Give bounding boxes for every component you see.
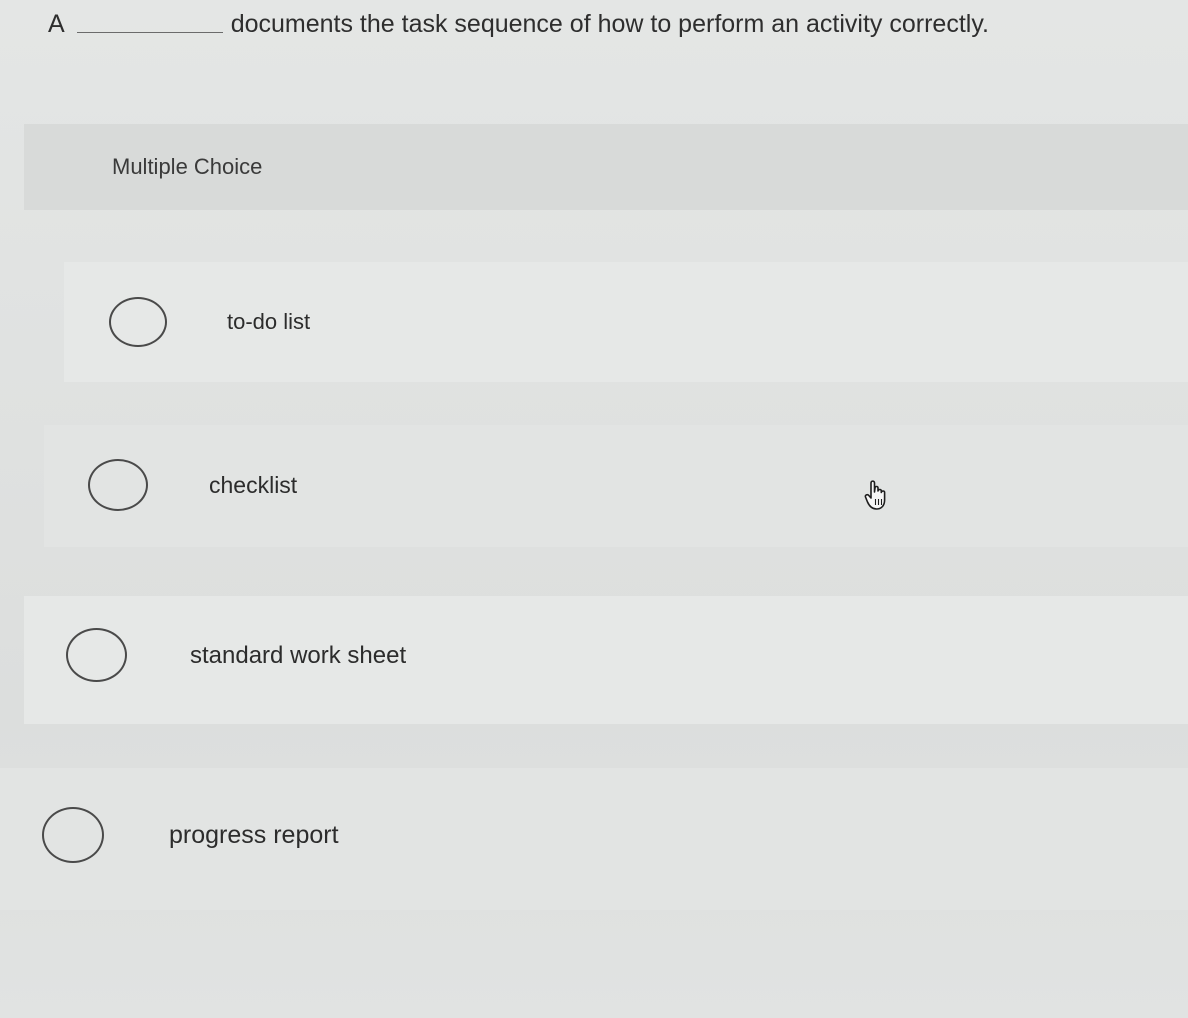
fill-in-blank [76,16,223,33]
question-text: documents the task sequence of how to pe… [230,9,989,38]
option-label-to-do-list[interactable]: to-do list [227,309,310,335]
multiple-choice-title: Multiple Choice [112,154,263,179]
question-prompt: A documents the task sequence of how to … [48,4,1184,44]
multiple-choice-header: Multiple Choice [24,124,1188,210]
radio-progress-report[interactable] [42,807,104,863]
option-label-standard-work-sheet[interactable]: standard work sheet [190,642,406,670]
radio-checklist[interactable] [88,459,148,511]
option-label-progress-report[interactable]: progress report [169,821,339,850]
radio-to-do-list[interactable] [109,297,167,347]
option-label-checklist[interactable]: checklist [209,472,297,499]
radio-standard-work-sheet[interactable] [66,628,127,682]
question-article: A [48,9,65,38]
hand-pointer-icon [864,480,886,510]
